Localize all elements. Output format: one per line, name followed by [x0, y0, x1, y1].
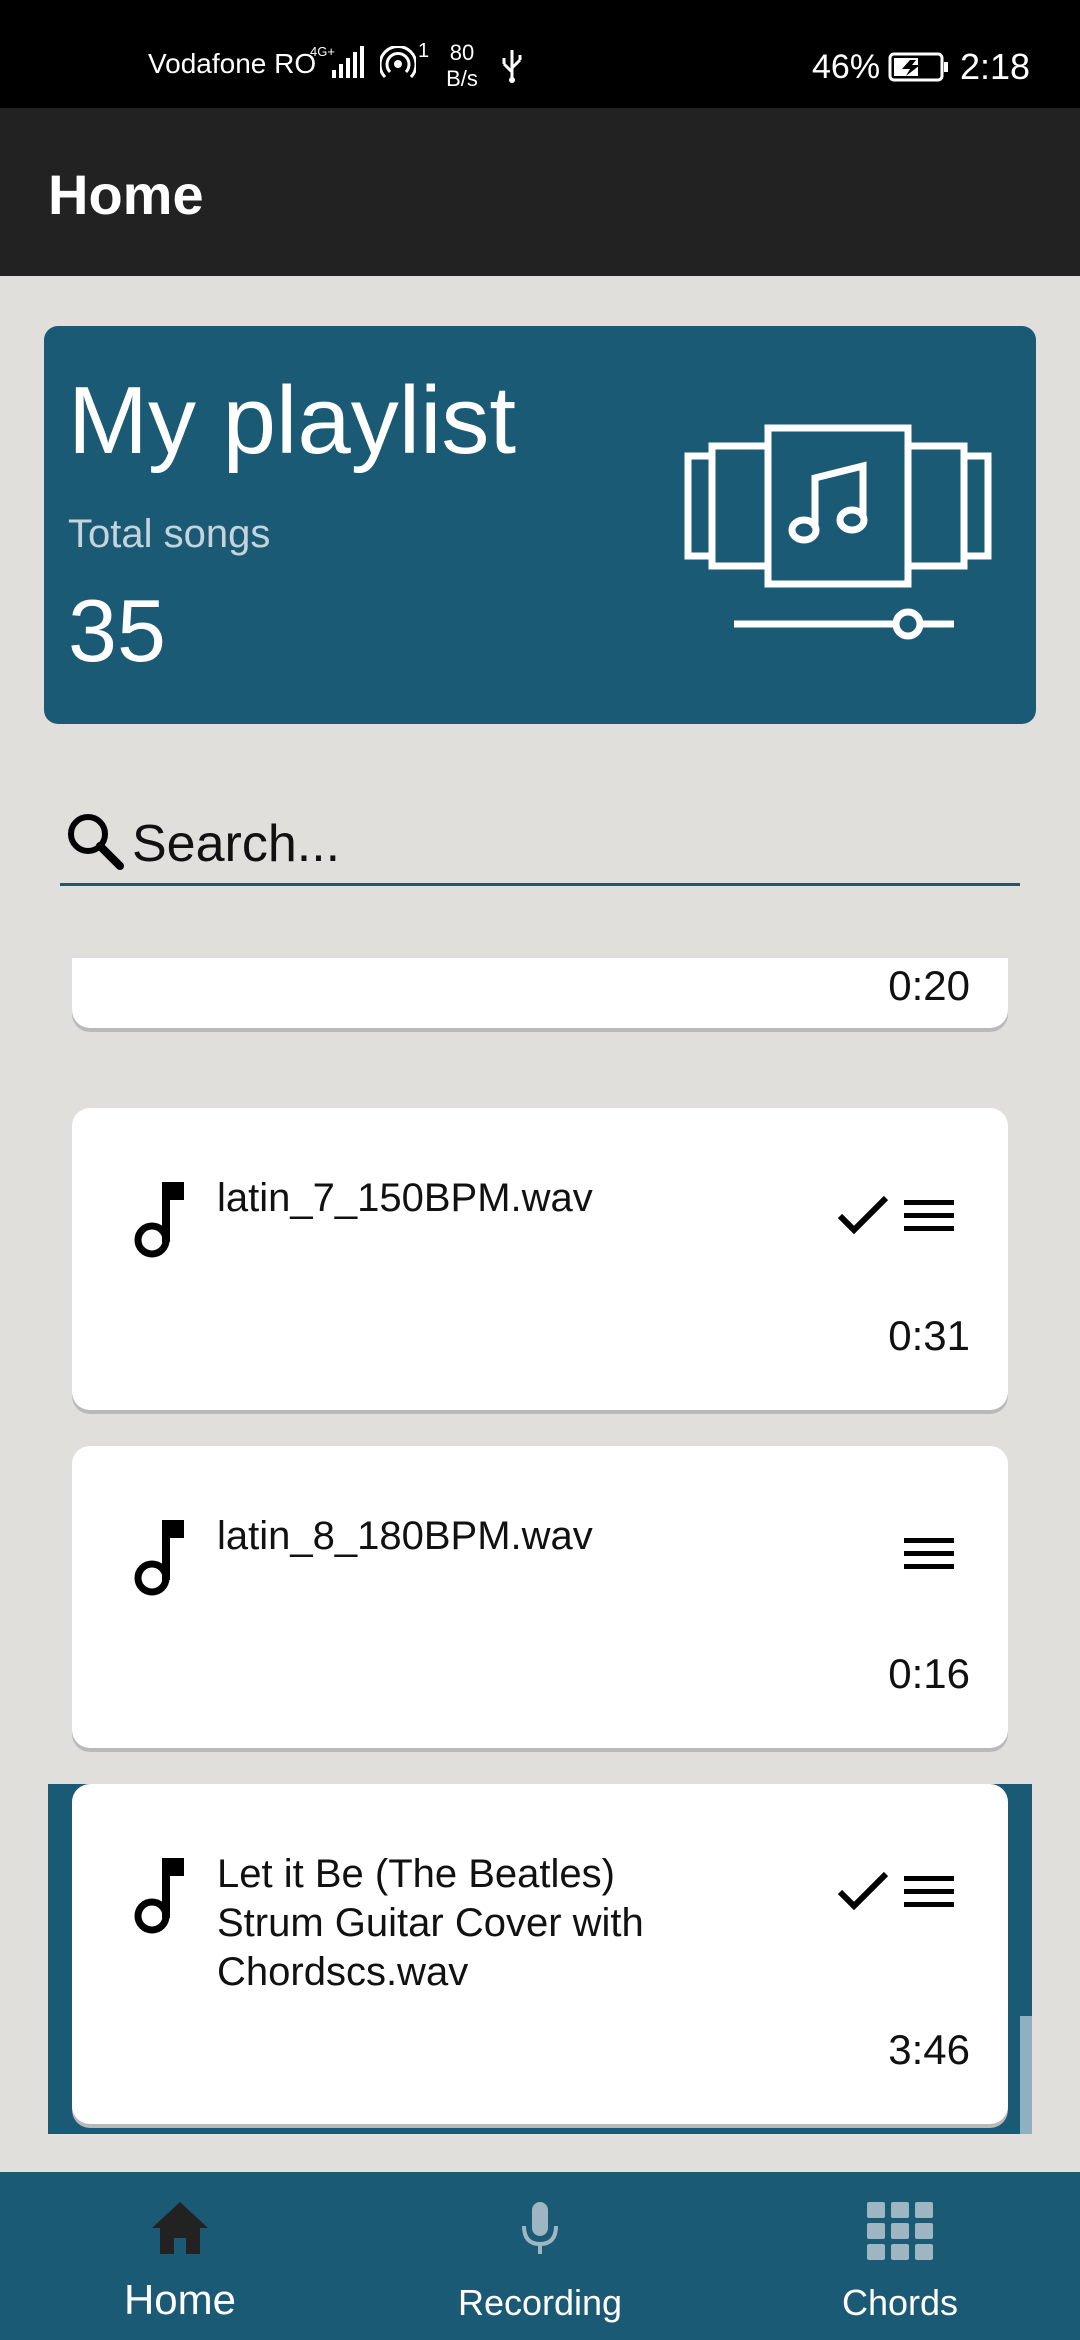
song-list[interactable]: 0:20 latin_7_150BPM.wav 0:31 latin_8_180… [0, 958, 1080, 2172]
nav-home[interactable]: Home [0, 2172, 360, 2340]
check-icon[interactable] [836, 1194, 890, 1243]
song-item[interactable]: 0:20 [72, 958, 1008, 1028]
speed-value: 80 [449, 40, 475, 65]
usb-icon [500, 48, 524, 89]
battery-percent: 46% [812, 48, 881, 86]
app-bar: Home [0, 108, 1080, 276]
song-title: latin_7_150BPM.wav [217, 1176, 593, 1220]
nav-chords[interactable]: Chords [720, 2172, 1080, 2340]
speed-unit: B/s [446, 66, 478, 91]
home-icon [0, 2200, 360, 2256]
search-bar [60, 800, 1020, 886]
battery-charging-icon [888, 52, 950, 87]
total-songs-count: 35 [68, 581, 166, 680]
song-duration: 3:46 [888, 2026, 970, 2073]
search-icon [64, 810, 126, 877]
scrollbar[interactable] [1020, 2016, 1032, 2134]
bottom-navigation: Home Recording Chords [0, 2172, 1080, 2340]
playlist-title: My playlist [68, 367, 517, 474]
song-duration: 0:31 [888, 1312, 970, 1359]
drag-handle-icon[interactable] [902, 1872, 956, 1917]
drag-handle-icon[interactable] [902, 1534, 956, 1579]
hotspot-icon [378, 45, 418, 87]
page-title: Home [48, 163, 204, 226]
carrier-name: Vodafone RO [148, 48, 317, 79]
nav-recording[interactable]: Recording [360, 2172, 720, 2340]
song-item[interactable]: latin_8_180BPM.wav 0:16 [72, 1446, 1008, 1748]
svg-text:4G+: 4G+ [310, 44, 335, 59]
nav-recording-label: Recording [457, 2282, 623, 2323]
song-title: Let it Be (The Beatles) Strum Guitar Cov… [217, 1852, 644, 1994]
grid-icon [720, 2200, 1080, 2262]
microphone-icon [360, 2200, 720, 2258]
playlist-summary-card[interactable]: My playlist Total songs 35 [44, 326, 1036, 724]
check-icon[interactable] [836, 1870, 890, 1919]
song-duration: 0:20 [888, 962, 970, 1009]
status-bar: Vodafone RO 4G+ 1 80 B/s 46% 2:18 [0, 0, 1080, 108]
music-cassette-icon [684, 422, 994, 657]
drag-handle-icon[interactable] [902, 1196, 956, 1241]
music-note-icon [128, 1854, 188, 1939]
total-songs-label: Total songs [68, 512, 271, 556]
nav-chords-label: Chords [841, 2282, 959, 2323]
song-duration: 0:16 [888, 1650, 970, 1697]
song-item-active[interactable]: Let it Be (The Beatles) Strum Guitar Cov… [72, 1784, 1008, 2124]
clock: 2:18 [960, 46, 1031, 87]
search-input[interactable] [132, 814, 992, 874]
hotspot-count: 1 [418, 40, 430, 62]
music-note-icon [128, 1516, 188, 1601]
music-note-icon [128, 1178, 188, 1263]
song-item[interactable]: latin_7_150BPM.wav 0:31 [72, 1108, 1008, 1410]
signal-icon: 4G+ [310, 44, 370, 85]
song-title: latin_8_180BPM.wav [217, 1514, 593, 1558]
nav-home-label: Home [123, 2276, 237, 2323]
network-speed: 80 B/s [442, 40, 482, 92]
